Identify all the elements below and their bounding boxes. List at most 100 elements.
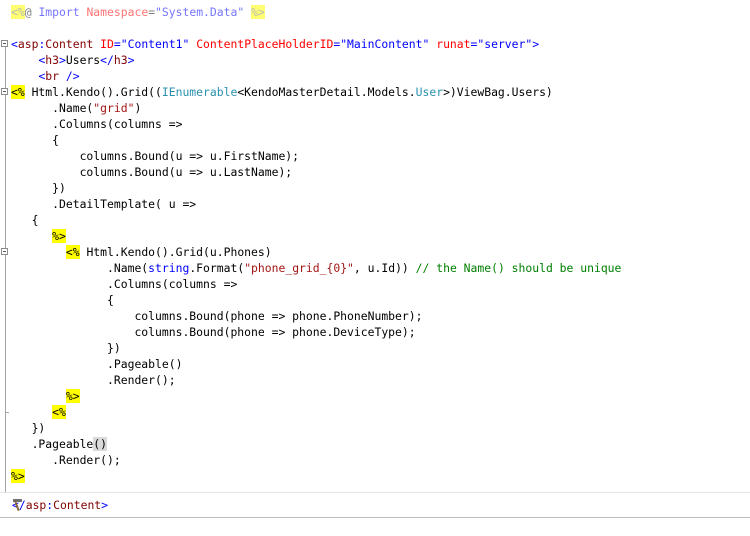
code-token: // the Name() should be unique — [415, 261, 622, 275]
code-token: { — [11, 133, 60, 147]
code-token: %> — [251, 5, 265, 19]
code-line[interactable]: columns.Bound(phone => phone.DeviceType)… — [11, 324, 416, 340]
code-token: Html.Kendo().Grid(( — [24, 85, 162, 99]
code-token: h3 — [113, 53, 128, 67]
code-line[interactable]: .Render(); — [11, 452, 121, 468]
code-token: , u.Id)) — [353, 261, 416, 275]
code-token: ID — [100, 37, 114, 51]
code-line[interactable]: <% — [11, 404, 66, 420]
code-token: <KendoMasterDetail.Models. — [237, 85, 416, 99]
code-token: "MainContent" — [340, 37, 430, 51]
code-line[interactable]: <asp:Content ID="Content1" ContentPlaceH… — [11, 36, 539, 52]
code-line[interactable]: }) — [11, 180, 66, 196]
code-line[interactable]: .Columns(columns => — [11, 116, 182, 132]
code-token: <% — [52, 405, 66, 419]
code-token: Namespace — [86, 5, 149, 19]
code-line[interactable]: .Name("grid") — [11, 100, 141, 116]
code-token: Content — [45, 37, 94, 51]
code-line[interactable]: %> — [11, 388, 80, 404]
code-token: >)ViewBag.Users) — [443, 85, 553, 99]
tag-breadcrumb[interactable]: </asp:Content> — [12, 497, 108, 513]
collapse-toggle-icon[interactable] — [1, 40, 8, 47]
code-editor[interactable]: <%@ Import Namespace="System.Data" %> <as… — [0, 0, 750, 511]
code-line[interactable]: <h3>Users</h3> — [11, 52, 134, 68]
code-token: columns.Bound(u => u.LastName); — [11, 165, 293, 179]
code-line[interactable]: .Render(); — [11, 372, 176, 388]
code-token: { — [11, 293, 114, 307]
code-line[interactable]: { — [11, 292, 114, 308]
code-token: > — [127, 53, 135, 67]
code-line[interactable]: .Pageable() — [11, 436, 108, 452]
code-token: <% — [11, 85, 25, 99]
code-token: .Format( — [189, 261, 245, 275]
code-line[interactable]: }) — [11, 340, 121, 356]
navigation-bar: </asp:Content> — [0, 492, 750, 518]
code-token: "System.Data" — [155, 5, 245, 19]
code-line[interactable]: .Pageable() — [11, 356, 182, 372]
code-token: < — [11, 37, 18, 51]
code-line[interactable]: { — [11, 212, 39, 228]
code-line[interactable]: <br /> — [11, 68, 80, 84]
code-line[interactable]: columns.Bound(u => u.LastName); — [11, 164, 293, 180]
code-token: <% — [65, 245, 80, 259]
code-token: .Pageable() — [11, 357, 183, 371]
code-line[interactable]: columns.Bound(u => u.FirstName); — [11, 148, 299, 164]
code-token: asp — [17, 37, 39, 51]
code-token: }) — [11, 181, 66, 195]
code-token: "Content1" — [120, 37, 190, 51]
code-token: Html.Kendo().Grid(u.Phones) — [79, 245, 272, 259]
code-token: ContentPlaceHolderID — [196, 37, 334, 51]
code-token: .Render(); — [11, 453, 121, 467]
code-line[interactable]: columns.Bound(phone => phone.PhoneNumber… — [11, 308, 422, 324]
code-token: /> — [59, 69, 80, 83]
breadcrumb-token: asp — [25, 498, 47, 512]
code-line[interactable]: %> — [11, 228, 66, 244]
code-token: { — [11, 213, 39, 227]
code-token: %> — [11, 469, 25, 483]
code-token: ) — [134, 101, 142, 115]
code-token: = — [113, 37, 121, 51]
code-token: > — [59, 53, 66, 67]
fold-gutter-line — [5, 41, 6, 511]
breadcrumb-token: Content — [53, 498, 102, 512]
code-token: .Name( — [11, 101, 94, 115]
breadcrumb-token: > — [101, 498, 109, 512]
code-token: Import — [38, 5, 80, 19]
code-token: "server" — [477, 37, 533, 51]
code-token: Users — [65, 53, 101, 67]
collapse-toggle-icon[interactable] — [1, 248, 8, 255]
code-line[interactable]: <%@ Import Namespace="System.Data" %> — [11, 4, 265, 20]
code-token: .DetailTemplate( u => — [11, 197, 197, 211]
code-token: string — [148, 261, 190, 275]
code-token: columns.Bound(phone => phone.DeviceType)… — [11, 325, 416, 339]
code-token: columns.Bound(u => u.FirstName); — [11, 149, 300, 163]
code-line[interactable]: }) — [11, 420, 46, 436]
code-token: () — [93, 437, 108, 451]
code-token: "grid" — [93, 101, 135, 115]
code-token: %> — [65, 389, 80, 403]
code-line[interactable]: <% Html.Kendo().Grid((IEnumerable<KendoM… — [11, 84, 553, 100]
code-token: br — [45, 69, 60, 83]
code-token: @ — [24, 5, 39, 19]
code-token: .Render(); — [11, 373, 176, 387]
code-token: h3 — [45, 53, 60, 67]
code-token: .Columns(columns => — [11, 277, 238, 291]
code-token: .Columns(columns => — [11, 117, 183, 131]
code-line[interactable]: .Name(string.Format("phone_grid_{0}", u.… — [11, 260, 621, 276]
code-line[interactable]: .DetailTemplate( u => — [11, 196, 196, 212]
code-line[interactable]: .Columns(columns => — [11, 276, 237, 292]
code-line[interactable]: %> — [11, 468, 25, 484]
code-token: }) — [11, 421, 46, 435]
code-line[interactable]: <% Html.Kendo().Grid(u.Phones) — [11, 244, 272, 260]
code-line[interactable]: { — [11, 132, 59, 148]
code-token: </ — [100, 53, 114, 67]
code-token: %> — [52, 229, 66, 243]
code-token: "phone_grid_{0}" — [244, 261, 354, 275]
hammer-icon[interactable] — [10, 498, 26, 512]
collapse-toggle-icon[interactable] — [1, 88, 8, 95]
code-token: User — [415, 85, 444, 99]
